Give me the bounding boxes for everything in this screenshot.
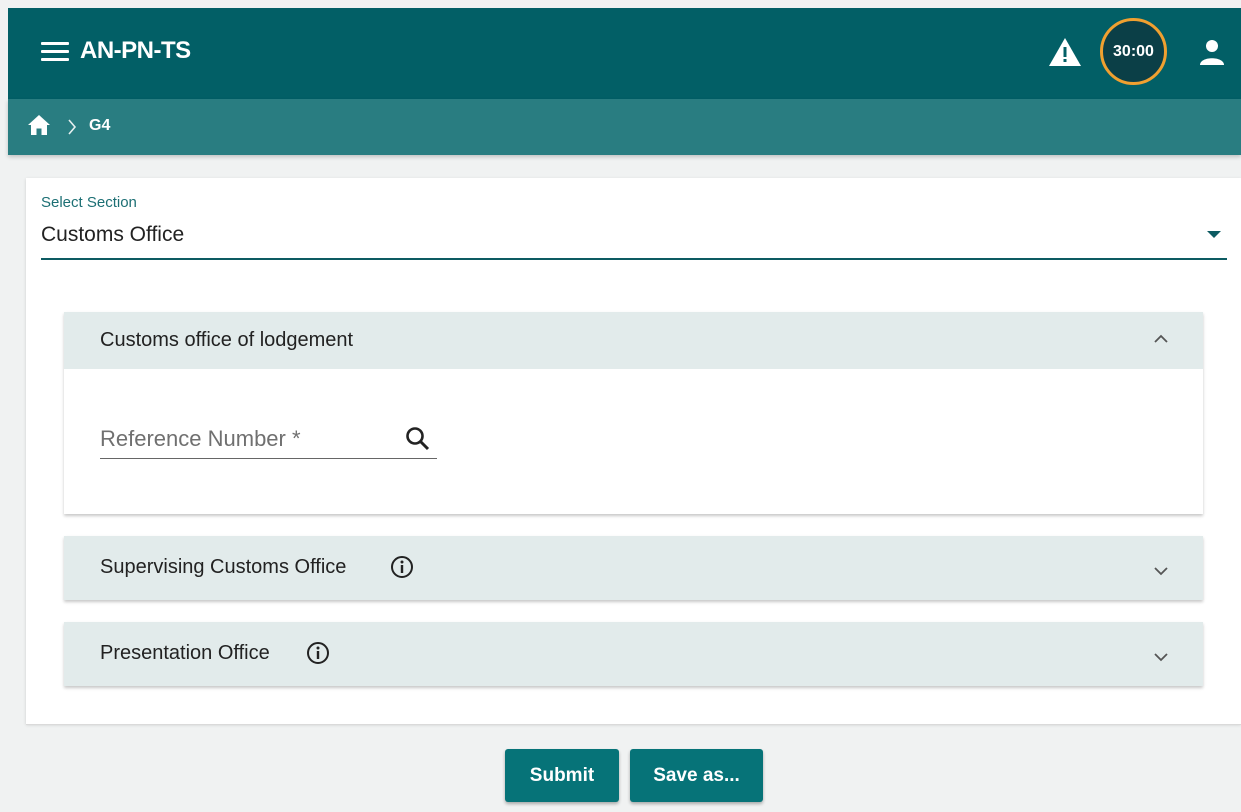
breadcrumb-current: G4 (89, 117, 111, 134)
panel-header-supervising[interactable]: Supervising Customs Office (64, 536, 1203, 600)
save-as-button[interactable]: Save as... (630, 749, 763, 802)
chevron-up-icon[interactable] (1153, 334, 1169, 344)
form-card: Select Section Customs Office Customs of… (26, 178, 1241, 724)
chevron-right-icon (68, 119, 77, 135)
footer-divider (26, 724, 1241, 725)
reference-number-underline (100, 458, 437, 459)
select-section-label: Select Section (41, 194, 137, 211)
panel-header-presentation[interactable]: Presentation Office (64, 622, 1203, 686)
search-icon[interactable] (404, 425, 432, 453)
dropdown-arrow-icon[interactable] (1207, 231, 1221, 238)
home-icon[interactable] (27, 114, 51, 136)
panel-supervising-customs-office: Supervising Customs Office (64, 536, 1203, 600)
hamburger-menu-icon[interactable] (41, 42, 69, 62)
panel-header-lodgement[interactable]: Customs office of lodgement (64, 312, 1203, 369)
submit-button[interactable]: Submit (505, 749, 619, 802)
app-title: AN-PN-TS (80, 37, 191, 64)
panel-title: Customs office of lodgement (100, 329, 354, 351)
info-icon[interactable] (306, 641, 330, 665)
chevron-down-icon[interactable] (1153, 652, 1169, 662)
panel-title: Presentation Office (100, 642, 270, 664)
select-underline (41, 258, 1227, 260)
info-icon[interactable] (390, 555, 414, 579)
panel-customs-office-of-lodgement: Customs office of lodgement Reference Nu… (64, 312, 1203, 514)
panel-presentation-office: Presentation Office (64, 622, 1203, 686)
session-timer: 30:00 (1100, 18, 1167, 85)
chevron-down-icon[interactable] (1153, 566, 1169, 576)
select-section-value[interactable]: Customs Office (41, 223, 184, 247)
reference-number-label: Reference Number * (100, 426, 301, 451)
breadcrumb: G4 (8, 99, 1241, 155)
warning-icon[interactable] (1048, 37, 1082, 67)
panel-title: Supervising Customs Office (100, 556, 347, 578)
top-app-bar: AN-PN-TS 30:00 (8, 8, 1241, 99)
user-account-icon[interactable] (1198, 38, 1226, 66)
